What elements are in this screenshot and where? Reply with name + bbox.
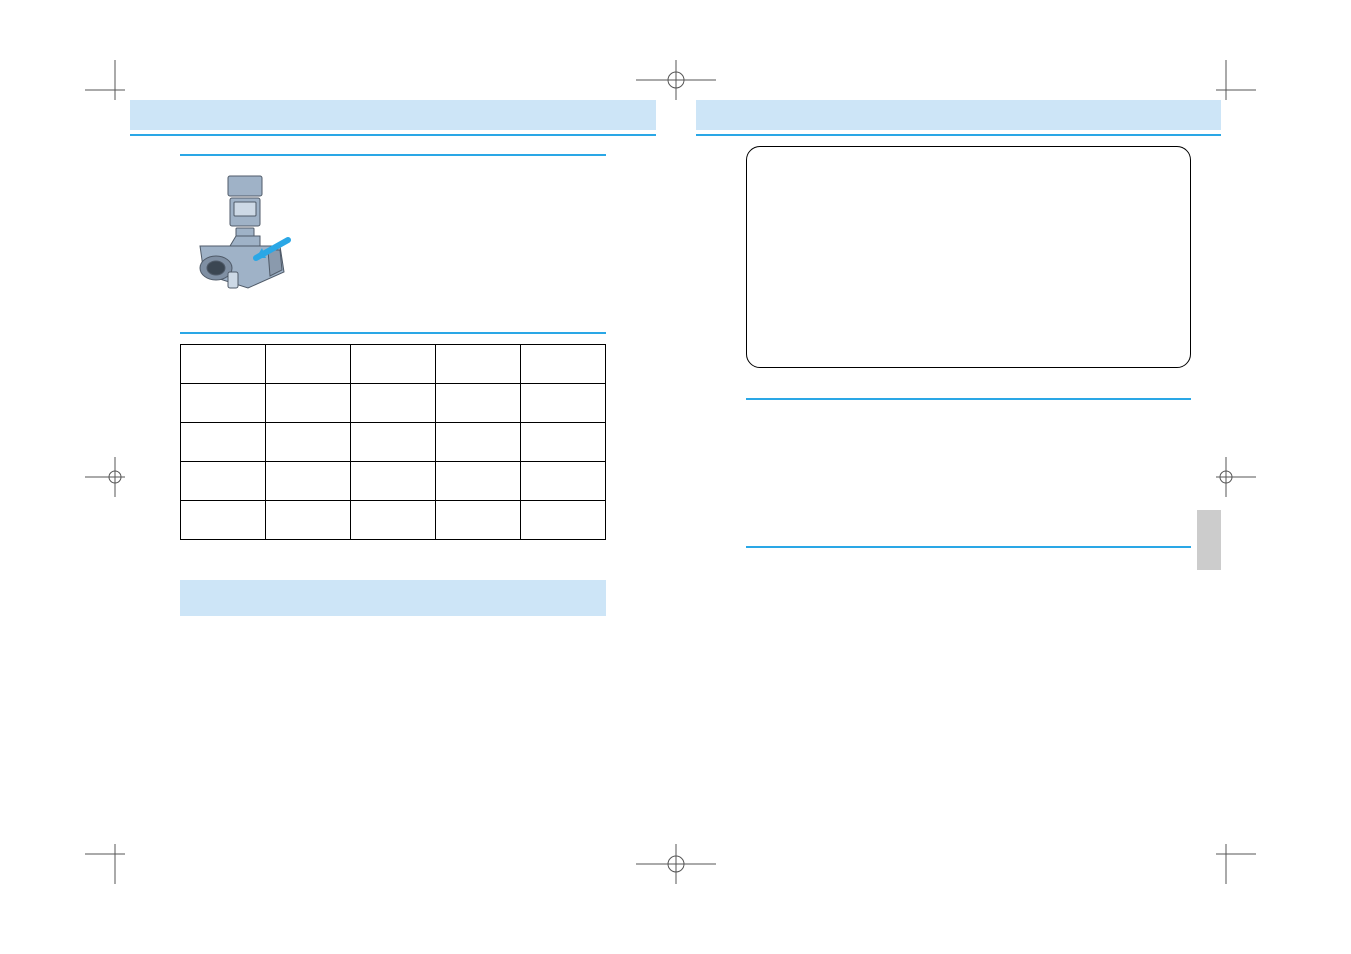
registration-mark-top [636, 60, 716, 100]
table-cell [265, 462, 350, 501]
table-cell [520, 462, 605, 501]
table-cell [435, 462, 520, 501]
camera-with-flash-illustration [180, 172, 300, 302]
camera-description-text [314, 172, 606, 302]
data-table [180, 344, 606, 540]
table-row [181, 423, 606, 462]
section-divider-1 [180, 154, 606, 156]
table-header-cell [350, 345, 435, 384]
table-cell [350, 384, 435, 423]
table-cell [350, 501, 435, 540]
table-header-row [181, 345, 606, 384]
table-cell [265, 384, 350, 423]
table-header-cell [181, 345, 266, 384]
table-cell [520, 423, 605, 462]
table-row [181, 462, 606, 501]
table-cell [265, 423, 350, 462]
side-thumb-tab [1197, 510, 1221, 570]
table-cell [520, 384, 605, 423]
table-cell [520, 501, 605, 540]
table-row [181, 384, 606, 423]
right-page [696, 100, 1222, 834]
header-rule-right [696, 134, 1222, 136]
table-header-cell [435, 345, 520, 384]
table-cell [435, 423, 520, 462]
text-block-1 [746, 408, 1192, 528]
section-divider-3 [746, 398, 1192, 400]
section-divider-4 [746, 546, 1192, 548]
table-cell [435, 501, 520, 540]
header-band-left [130, 100, 656, 130]
table-cell [181, 423, 266, 462]
table-cell [350, 462, 435, 501]
table-cell [435, 384, 520, 423]
table-cell [181, 501, 266, 540]
header-band-right [696, 100, 1222, 130]
table-cell [265, 501, 350, 540]
registration-mark-bottom [636, 844, 716, 884]
info-box [746, 146, 1192, 368]
table-header-cell [520, 345, 605, 384]
table-cell [181, 384, 266, 423]
section-divider-2 [180, 332, 606, 334]
table-row [181, 501, 606, 540]
tip-band [180, 580, 606, 616]
header-rule-left [130, 134, 656, 136]
table-cell [350, 423, 435, 462]
table-header-cell [265, 345, 350, 384]
left-page [130, 100, 656, 834]
table-cell [181, 462, 266, 501]
